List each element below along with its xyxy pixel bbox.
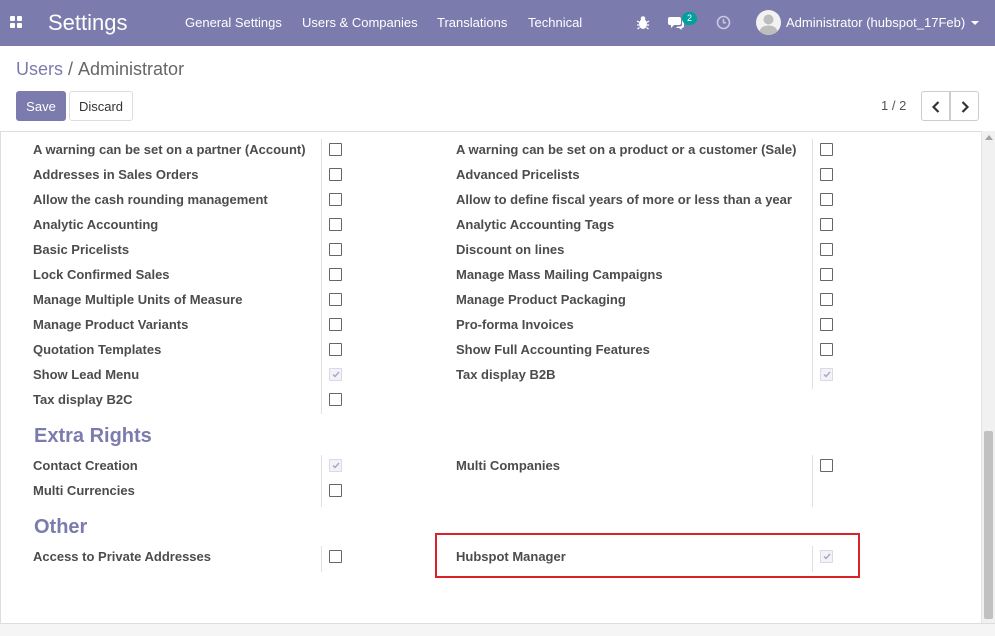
setting-checkbox[interactable] — [329, 143, 342, 156]
field-label: Basic Pricelists — [33, 242, 130, 257]
avatar-person-icon — [759, 14, 778, 35]
setting-checkbox[interactable] — [820, 218, 833, 231]
field-label: Pro-forma Invoices — [456, 317, 574, 332]
field-label: Manage Product Packaging — [456, 292, 626, 307]
field-label: Access to Private Addresses — [33, 549, 212, 564]
setting-checkbox[interactable] — [329, 268, 342, 281]
field-label: Analytic Accounting Tags — [456, 217, 615, 232]
field-label: Multi Currencies — [33, 483, 135, 498]
chevron-right-icon — [961, 101, 970, 113]
bug-icon[interactable] — [636, 15, 650, 30]
field-label: Hubspot Manager — [456, 549, 566, 564]
field-label: Discount on lines — [456, 242, 565, 257]
field-label: Analytic Accounting — [33, 217, 159, 232]
breadcrumb-users-link[interactable]: Users — [16, 59, 63, 79]
app-title: Settings — [48, 10, 128, 35]
setting-checkbox[interactable] — [329, 168, 342, 181]
scrollbar-thumb[interactable] — [984, 431, 993, 619]
setting-checkbox[interactable] — [329, 243, 342, 256]
pager-next-button[interactable] — [950, 91, 979, 121]
setting-checkbox[interactable] — [329, 318, 342, 331]
column-divider — [812, 455, 813, 507]
breadcrumb-separator: / — [68, 59, 74, 79]
setting-checkbox[interactable] — [820, 459, 833, 472]
field-label: Allow the cash rounding management — [33, 192, 268, 207]
apps-grid-icon[interactable] — [10, 16, 22, 28]
setting-checkbox[interactable] — [820, 243, 833, 256]
field-label: Lock Confirmed Sales — [33, 267, 170, 282]
field-label: Manage Multiple Units of Measure — [33, 292, 243, 307]
pager-previous-button[interactable] — [921, 91, 950, 121]
setting-checkbox[interactable] — [820, 293, 833, 306]
pager-value[interactable]: 1 / 2 — [881, 98, 906, 114]
section-title-other: Other — [34, 516, 88, 538]
checkmark-icon — [823, 553, 831, 560]
menu-users-companies[interactable]: Users & Companies — [302, 15, 418, 31]
setting-checkbox[interactable] — [820, 268, 833, 281]
field-label: Addresses in Sales Orders — [33, 167, 199, 182]
column-divider — [812, 546, 813, 572]
setting-checkbox[interactable] — [820, 318, 833, 331]
setting-checkbox[interactable] — [329, 343, 342, 356]
setting-checkbox[interactable] — [329, 393, 342, 406]
bottom-bar — [0, 623, 995, 636]
top-navbar: Settings General Settings Users & Compan… — [0, 0, 995, 46]
avatar[interactable] — [756, 10, 781, 35]
field-label: Show Full Accounting Features — [456, 342, 650, 357]
user-menu[interactable]: Administrator (hubspot_17Feb) — [786, 15, 965, 31]
vertical-scrollbar[interactable] — [981, 131, 995, 623]
caret-down-icon[interactable] — [971, 21, 979, 25]
setting-checkbox[interactable] — [329, 484, 342, 497]
field-label: Manage Product Variants — [33, 317, 189, 332]
setting-checkbox-checked[interactable] — [329, 459, 342, 472]
column-divider — [321, 546, 322, 572]
checkmark-icon — [332, 371, 340, 378]
field-label: Manage Mass Mailing Campaigns — [456, 267, 663, 282]
field-label: Tax display B2C — [33, 392, 133, 407]
setting-checkbox[interactable] — [820, 193, 833, 206]
column-divider — [321, 139, 322, 414]
setting-checkbox[interactable] — [329, 193, 342, 206]
save-button[interactable]: Save — [16, 91, 66, 121]
column-divider — [321, 455, 322, 507]
setting-checkbox[interactable] — [820, 168, 833, 181]
scroll-up-arrow-icon[interactable] — [985, 135, 993, 140]
setting-checkbox[interactable] — [329, 293, 342, 306]
chevron-left-icon — [931, 101, 940, 113]
menu-general-settings[interactable]: General Settings — [185, 15, 282, 31]
breadcrumb-current: Administrator — [78, 59, 185, 79]
field-label: Contact Creation — [33, 458, 138, 473]
column-divider — [812, 139, 813, 389]
field-label: A warning can be set on a product or a c… — [456, 142, 797, 157]
setting-checkbox[interactable] — [820, 143, 833, 156]
field-label: Quotation Templates — [33, 342, 162, 357]
field-label: Multi Companies — [456, 458, 561, 473]
setting-checkbox[interactable] — [329, 550, 342, 563]
field-label: Show Lead Menu — [33, 367, 140, 382]
section-title-extra-rights: Extra Rights — [34, 425, 152, 447]
checkmark-icon — [823, 371, 831, 378]
setting-checkbox[interactable] — [820, 343, 833, 356]
field-label: Advanced Pricelists — [456, 167, 580, 182]
checkmark-icon — [332, 462, 340, 469]
field-label: Allow to define fiscal years of more or … — [456, 192, 792, 207]
chat-count-badge: 2 — [682, 12, 697, 25]
breadcrumb: Users / Administrator — [16, 58, 184, 80]
setting-checkbox-checked[interactable] — [329, 368, 342, 381]
setting-checkbox-checked[interactable] — [820, 550, 833, 563]
menu-technical[interactable]: Technical — [528, 15, 582, 31]
setting-checkbox-checked[interactable] — [820, 368, 833, 381]
field-label: A warning can be set on a partner (Accou… — [33, 142, 306, 157]
menu-translations[interactable]: Translations — [437, 15, 507, 31]
setting-checkbox[interactable] — [329, 218, 342, 231]
discard-button[interactable]: Discard — [69, 91, 133, 121]
clock-icon[interactable] — [716, 15, 731, 30]
field-label: Tax display B2B — [456, 367, 556, 382]
